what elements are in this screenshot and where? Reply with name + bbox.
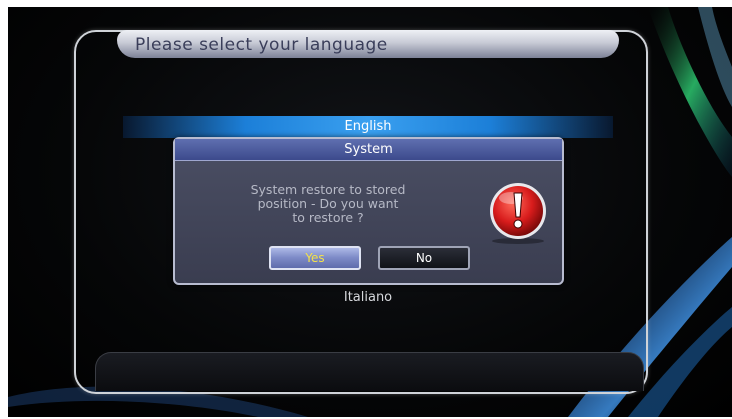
yes-button[interactable]: Yes	[269, 246, 361, 270]
language-option-italiano[interactable]: Italiano	[123, 288, 613, 308]
language-option-english[interactable]: English	[123, 116, 613, 138]
no-button[interactable]: No	[378, 246, 470, 270]
page-title: Please select your language	[135, 35, 388, 55]
bottom-info-bar	[95, 352, 644, 391]
dialog-title: System	[175, 139, 562, 161]
warning-icon	[490, 183, 546, 244]
system-restore-dialog: System System restore to stored position…	[173, 137, 564, 285]
dialog-message: System restore to stored position - Do y…	[250, 182, 406, 225]
